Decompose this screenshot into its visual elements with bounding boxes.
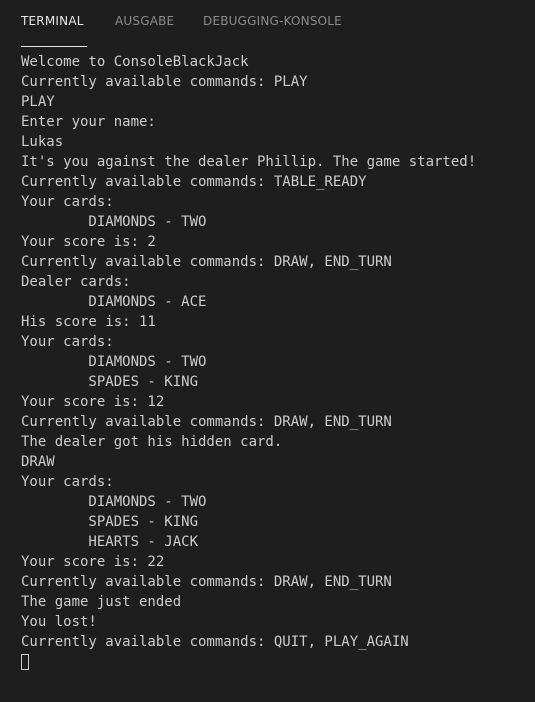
terminal-line: Welcome to ConsoleBlackJack <box>21 54 249 70</box>
terminal-line: SPADES - KING <box>21 374 199 390</box>
tab-terminal[interactable]: TERMINAL <box>21 13 87 47</box>
terminal-line: Currently available commands: PLAY <box>21 74 308 90</box>
panel-tabs: TERMINAL AUSGABE DEBUGGING-KONSOLE <box>0 0 535 47</box>
terminal-line: Your score is: 12 <box>21 394 165 410</box>
terminal-prompt-line[interactable] <box>21 652 531 672</box>
terminal-line: Your cards: <box>21 474 114 490</box>
terminal-cursor <box>21 654 29 670</box>
terminal-line: His score is: 11 <box>21 314 156 330</box>
terminal-line: PLAY <box>21 94 55 110</box>
terminal-line: Your cards: <box>21 334 114 350</box>
terminal-line: HEARTS - JACK <box>21 534 199 550</box>
terminal-line: You lost! <box>21 614 97 630</box>
terminal-line: Your score is: 2 <box>21 234 156 250</box>
tab-ausgabe[interactable]: AUSGABE <box>115 13 174 29</box>
terminal-line: DIAMONDS - ACE <box>21 294 207 310</box>
terminal-line: Enter your name: <box>21 114 156 130</box>
tab-debugging-konsole-label: DEBUGGING-KONSOLE <box>203 14 342 28</box>
terminal-line: Currently available commands: TABLE_READ… <box>21 174 367 190</box>
terminal-line: Currently available commands: QUIT, PLAY… <box>21 634 409 650</box>
terminal-line: DIAMONDS - TWO <box>21 494 207 510</box>
terminal-line: It's you against the dealer Phillip. The… <box>21 154 477 170</box>
terminal-output[interactable]: Welcome to ConsoleBlackJack Currently ava… <box>21 52 531 692</box>
terminal-line: Currently available commands: DRAW, END_… <box>21 254 392 270</box>
tab-debugging-konsole[interactable]: DEBUGGING-KONSOLE <box>203 13 342 29</box>
terminal-line: SPADES - KING <box>21 514 199 530</box>
terminal-line: The game just ended <box>21 594 182 610</box>
tab-ausgabe-label: AUSGABE <box>115 14 175 28</box>
terminal-line: DIAMONDS - TWO <box>21 354 207 370</box>
terminal-line: Dealer cards: <box>21 274 131 290</box>
tab-terminal-label: TERMINAL <box>21 14 84 28</box>
active-tab-indicator <box>21 46 87 47</box>
terminal-line: Currently available commands: DRAW, END_… <box>21 574 392 590</box>
terminal-line: Your cards: <box>21 194 114 210</box>
terminal-panel: TERMINAL AUSGABE DEBUGGING-KONSOLE Welco… <box>0 0 535 702</box>
terminal-line: Lukas <box>21 134 64 150</box>
terminal-line: Currently available commands: DRAW, END_… <box>21 414 392 430</box>
terminal-line: DRAW <box>21 454 55 470</box>
terminal-line: The dealer got his hidden card. <box>21 434 283 450</box>
terminal-line: DIAMONDS - TWO <box>21 214 207 230</box>
terminal-line: Your score is: 22 <box>21 554 165 570</box>
